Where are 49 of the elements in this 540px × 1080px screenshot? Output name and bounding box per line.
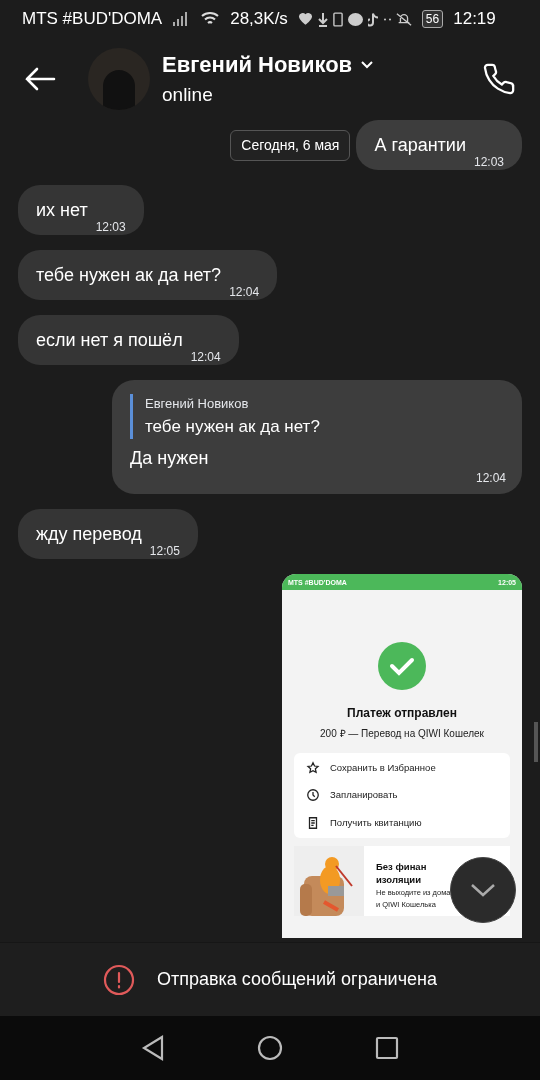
warning-icon xyxy=(103,963,135,996)
message-time: 12:03 xyxy=(95,221,126,233)
muted-bell-icon xyxy=(395,11,412,27)
chat-bubble-icon xyxy=(347,12,363,26)
message-text: А гарантии xyxy=(374,133,466,157)
dots-icon xyxy=(383,17,391,21)
back-icon[interactable] xyxy=(141,1035,165,1061)
home-icon[interactable] xyxy=(257,1035,283,1061)
success-check-icon xyxy=(378,642,426,690)
star-icon xyxy=(306,761,320,776)
network-speed: 28,3K/s xyxy=(230,8,288,31)
heart-icon xyxy=(297,12,313,26)
notice-text: Отправка сообщений ограничена xyxy=(157,968,437,991)
carrier-name: MTS #BUD'DOMA xyxy=(22,8,163,31)
payment-subtitle: 200 ₽ — Перевод на QIWI Кошелек xyxy=(320,727,484,741)
contact-name[interactable]: Евгений Новиков xyxy=(162,48,353,82)
phone-icon[interactable] xyxy=(482,62,516,96)
chevron-down-icon[interactable] xyxy=(360,59,375,70)
message-text: жду перевод xyxy=(36,522,142,546)
action-label: Сохранить в Избранное xyxy=(330,761,436,775)
promo-title: изоляции xyxy=(376,872,422,886)
clock-icon xyxy=(306,788,320,803)
recents-icon[interactable] xyxy=(375,1036,399,1060)
chevron-down-icon xyxy=(470,883,496,897)
contact-status: online xyxy=(162,83,214,108)
quote-text: тебе нужен ак да нет? xyxy=(145,415,321,438)
message-text: если нет я пошёл xyxy=(36,328,183,352)
message-text: Да нужен xyxy=(130,447,210,470)
message-text: тебе нужен ак да нет? xyxy=(36,263,222,287)
clock-time: 12:19 xyxy=(453,8,496,31)
message-time: 12:03 xyxy=(473,156,504,168)
receipt-icon xyxy=(306,815,320,830)
message-time: 12:04 xyxy=(229,286,260,298)
quote-author: Евгений Новиков xyxy=(145,395,250,413)
wifi-icon xyxy=(200,11,221,27)
payment-title: Платеж отправлен xyxy=(347,705,457,722)
back-arrow-icon[interactable] xyxy=(24,66,56,92)
date-chip: Сегодня, 6 мая xyxy=(230,129,351,161)
battery-level: 56 xyxy=(425,13,440,25)
promo-title: Без финан xyxy=(376,859,428,873)
message-time: 12:04 xyxy=(190,351,221,363)
music-note-icon xyxy=(367,11,379,27)
action-label: Запланировать xyxy=(330,788,398,803)
message-text: их нет xyxy=(36,198,88,222)
scrollbar-thumb xyxy=(534,722,538,762)
action-label: Получить квитанцию xyxy=(330,815,422,830)
message-time: 12:04 xyxy=(475,472,506,484)
download-icon xyxy=(317,11,328,27)
message-time: 12:05 xyxy=(149,545,180,557)
